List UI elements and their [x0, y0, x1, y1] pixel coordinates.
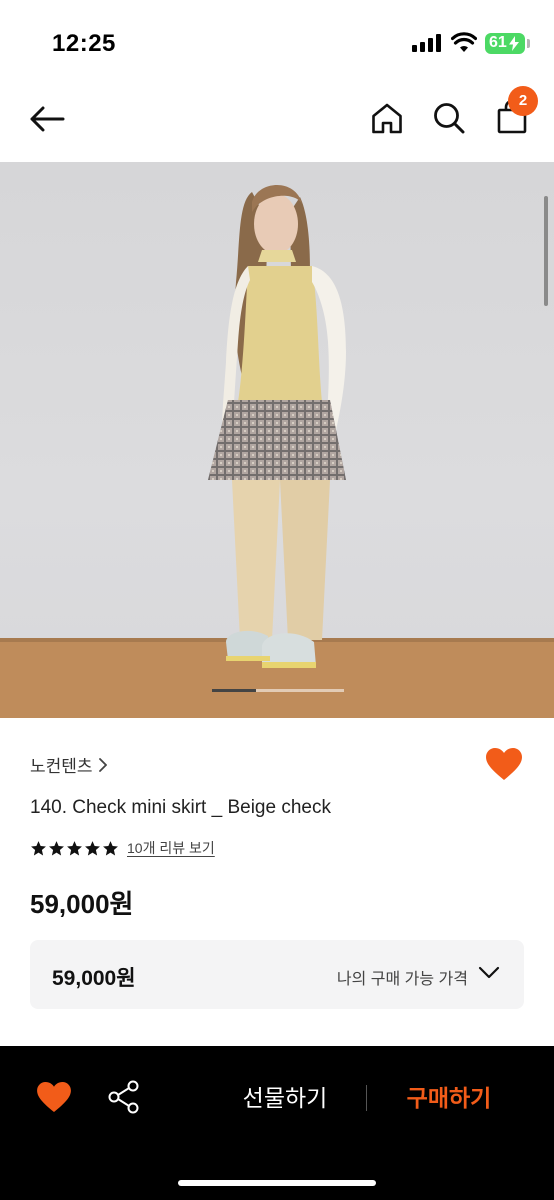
battery-level: 61 [489, 34, 507, 51]
star-icon [103, 840, 118, 855]
image-pager-active-segment [212, 689, 256, 692]
share-icon[interactable] [108, 1080, 140, 1114]
my-price-label: 나의 구매 가능 가격 [336, 971, 468, 988]
review-link[interactable]: 10개 리뷰 보기 [127, 838, 215, 858]
star-icon [67, 840, 82, 855]
heart-icon[interactable] [37, 1082, 71, 1113]
battery-icon: 61 [485, 33, 525, 54]
signal-icon [412, 34, 442, 52]
buy-button[interactable]: 구매하기 [394, 1080, 504, 1116]
chevron-right-icon [98, 757, 107, 772]
rating-row: 10개 리뷰 보기 [30, 838, 215, 858]
gift-button[interactable]: 선물하기 [232, 1080, 338, 1116]
back-arrow-icon[interactable] [29, 106, 65, 132]
bottom-action-bar [0, 1046, 554, 1200]
star-icon [31, 840, 46, 855]
wifi-icon [451, 32, 477, 52]
my-price-dropdown[interactable]: 59,000원 나의 구매 가능 가격 [30, 940, 524, 1009]
star-icon [49, 840, 64, 855]
status-bar: 12:25 61 [0, 0, 554, 80]
button-divider [366, 1085, 367, 1111]
home-icon[interactable] [371, 103, 403, 134]
product-price: 59,000원 [30, 889, 134, 919]
search-icon[interactable] [433, 102, 465, 134]
wishlist-heart-icon[interactable] [486, 748, 522, 781]
brand-link[interactable]: 노컨텐츠 [30, 752, 107, 777]
scroll-indicator[interactable] [544, 196, 548, 306]
top-nav-bar [0, 80, 554, 162]
product-title: 140. Check mini skirt _ Beige check [30, 797, 331, 818]
cart-count-badge: 2 [508, 86, 538, 116]
star-icon [85, 840, 100, 855]
status-time: 12:25 [52, 30, 116, 57]
chevron-down-icon [478, 966, 500, 979]
brand-name: 노컨텐츠 [30, 757, 93, 776]
rating-stars [30, 840, 120, 857]
charging-bolt-icon [509, 36, 519, 51]
product-photo-illustration [0, 185, 554, 718]
my-price-value: 59,000원 [52, 967, 136, 990]
home-indicator [178, 1180, 376, 1186]
battery-cap [527, 39, 530, 48]
product-photo[interactable] [0, 162, 554, 718]
